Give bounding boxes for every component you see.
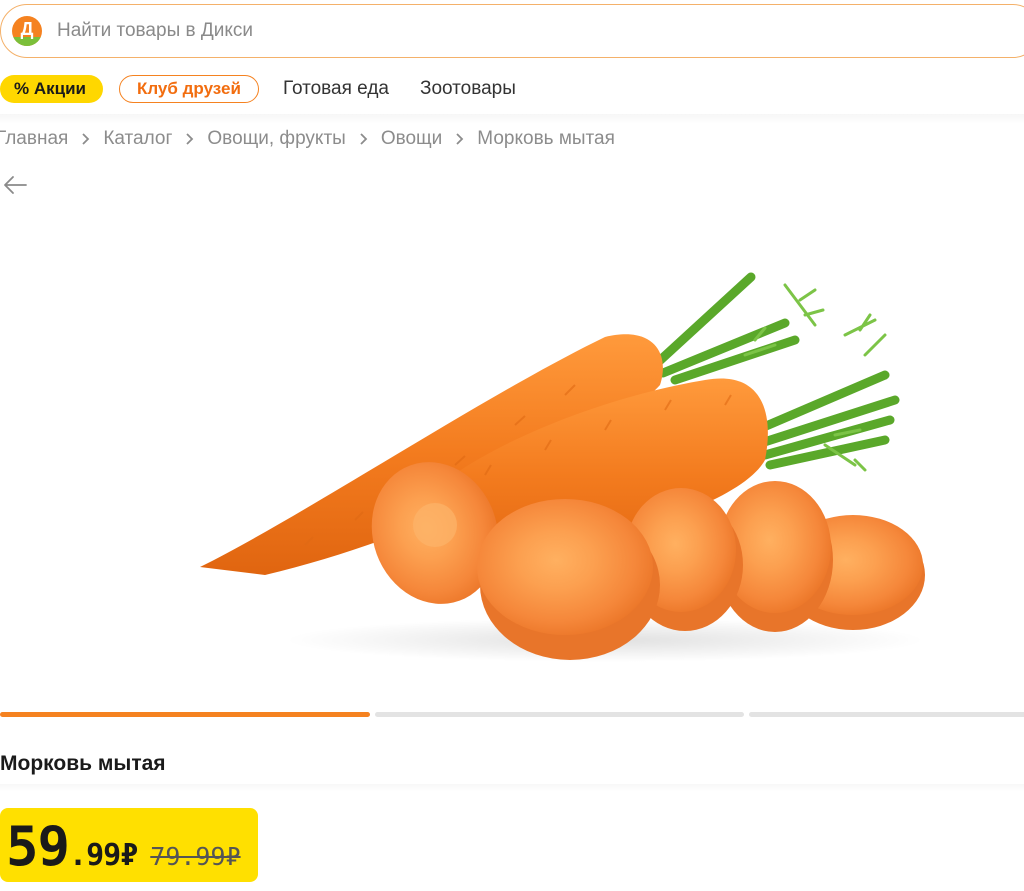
- section-divider: [0, 784, 1024, 792]
- top-nav: % Акции Клуб друзей Готовая еда Зоотовар…: [0, 74, 516, 104]
- breadcrumb: Главная Каталог Овощи, фрукты Овощи Морк…: [0, 126, 615, 152]
- dixy-logo-icon[interactable]: Д: [12, 16, 42, 46]
- carousel-dot[interactable]: [375, 712, 744, 717]
- nav-club-button[interactable]: Клуб друзей: [118, 75, 259, 103]
- carousel-indicator: [0, 712, 1024, 718]
- search-input[interactable]: [55, 19, 1024, 43]
- price-badge: 59 .99 ₽ 79.99₽: [0, 808, 258, 882]
- logo-letter: Д: [20, 19, 34, 39]
- chevron-right-icon: [185, 132, 194, 146]
- price-currency: ₽: [120, 838, 139, 873]
- nav-divider: [0, 114, 1024, 124]
- old-price: 79.99₽: [150, 842, 241, 871]
- breadcrumb-item-current: Морковь мытая: [477, 128, 615, 149]
- nav-link-ready-food[interactable]: Готовая еда: [283, 78, 389, 100]
- breadcrumb-item-vegetables[interactable]: Овощи: [381, 128, 442, 150]
- chevron-right-icon: [81, 132, 90, 146]
- breadcrumb-item-catalog[interactable]: Каталог: [103, 128, 172, 150]
- price-fraction: .99: [69, 838, 121, 873]
- product-image[interactable]: [185, 245, 945, 705]
- nav-link-pet-goods[interactable]: Зоотовары: [420, 78, 516, 100]
- chevron-right-icon: [455, 132, 464, 146]
- price-integer: 59: [6, 815, 70, 878]
- carousel-dot[interactable]: [749, 712, 1024, 717]
- breadcrumb-item-vegetables-fruits[interactable]: Овощи, фрукты: [207, 128, 345, 150]
- carousel-dot-active[interactable]: [0, 712, 370, 717]
- product-title: Морковь мытая: [0, 752, 166, 775]
- arrow-left-icon[interactable]: [2, 174, 28, 201]
- search-bar[interactable]: Д: [0, 4, 1024, 58]
- chevron-right-icon: [359, 132, 368, 146]
- breadcrumb-item-home[interactable]: Главная: [0, 128, 68, 150]
- nav-promo-button[interactable]: % Акции: [0, 75, 103, 103]
